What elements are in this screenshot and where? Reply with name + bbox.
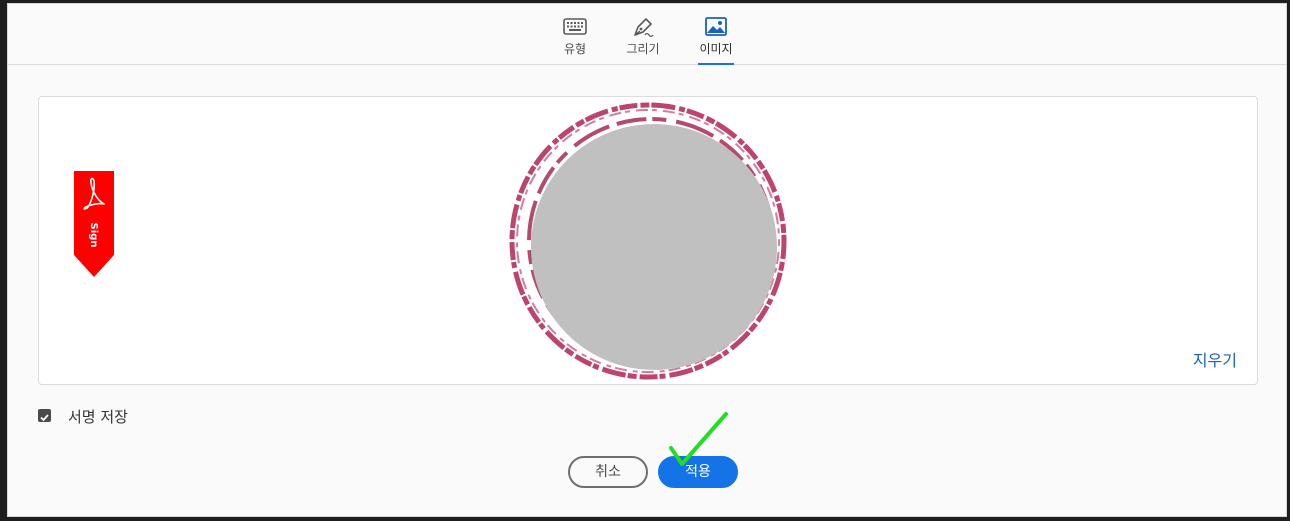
adobe-sign-badge: Sign — [74, 171, 114, 277]
cancel-button[interactable]: 취소 — [568, 456, 648, 488]
save-signature-checkbox[interactable] — [38, 409, 51, 422]
tab-image-label: 이미지 — [699, 42, 733, 56]
image-icon — [705, 17, 727, 36]
redacted-placeholder — [531, 124, 777, 370]
sign-badge-text: Sign — [88, 223, 99, 248]
signature-image-area[interactable]: Sign 지우기 — [38, 96, 1258, 385]
tab-type[interactable]: 유형 — [556, 4, 594, 65]
keyboard-icon — [563, 18, 587, 35]
tab-image[interactable]: 이미지 — [698, 4, 734, 65]
tab-bar: 유형 그리기 이미지 — [8, 4, 1286, 65]
checkmark-icon — [40, 414, 49, 422]
apply-button[interactable]: 적용 — [658, 456, 738, 488]
tab-draw-label: 그리기 — [626, 42, 660, 56]
pen-icon — [634, 18, 654, 38]
tab-draw[interactable]: 그리기 — [619, 4, 667, 65]
clear-link[interactable]: 지우기 — [1193, 347, 1237, 371]
signature-dialog: 유형 그리기 이미지 Sign 지우기 서명 저장 취소 적용 — [7, 3, 1287, 517]
active-tab-indicator — [698, 63, 734, 65]
seal-stamp-image — [509, 102, 787, 380]
tab-type-label: 유형 — [563, 42, 587, 56]
save-signature-label: 서명 저장 — [68, 408, 128, 426]
